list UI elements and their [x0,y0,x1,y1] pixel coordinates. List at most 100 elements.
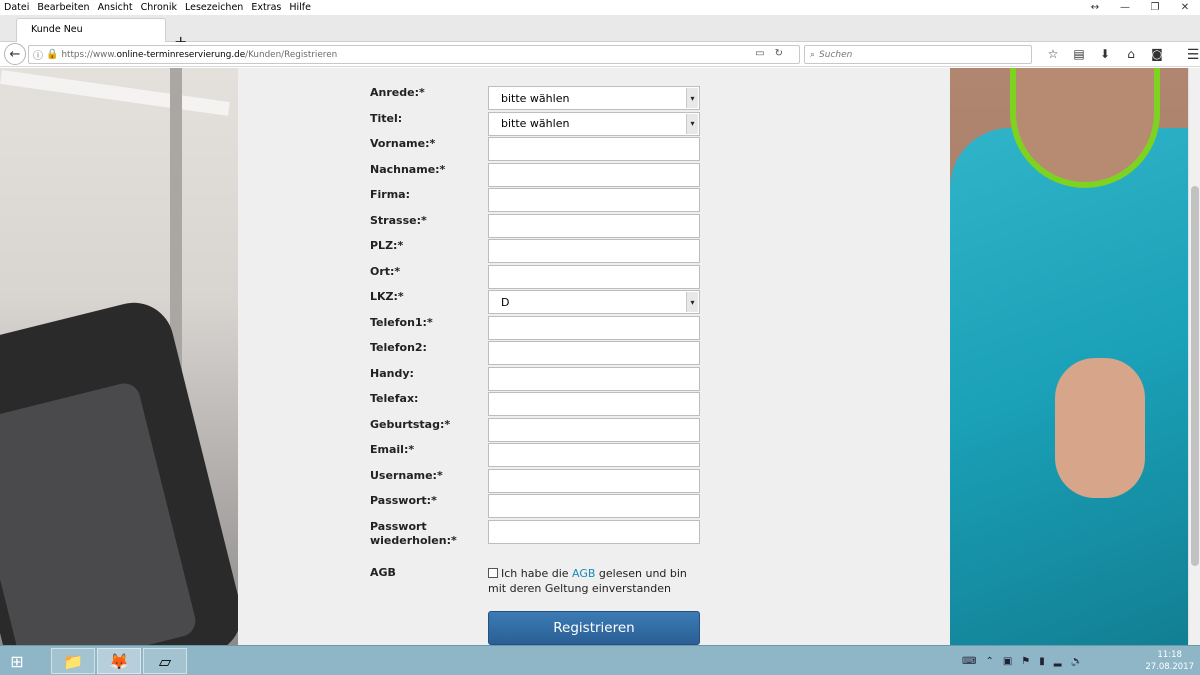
back-arrow-icon[interactable]: ← [4,43,26,65]
file-explorer-icon[interactable]: 📁 [51,648,95,674]
reader-view-icon[interactable]: ▭ [755,48,774,59]
select-value: bitte wählen [501,91,570,105]
firefox-icon[interactable]: 🦊 [97,648,141,674]
chevron-down-icon[interactable]: ▾ [686,292,698,312]
clock-date: 27.08.2017 [1145,662,1194,672]
page-scrollbar[interactable] [1188,68,1200,645]
form-select[interactable]: bitte wählen ▾ [488,86,700,110]
windows-taskbar: ⊞ 📁 🦊 ▱ ⌨ ⌃ ▣ ⚑ ▮ ▂ 🔈 11:18 27.08.2017 [0,645,1200,675]
flag-icon[interactable]: ⚑ [1021,656,1030,667]
reload-icon[interactable]: ↻ [775,48,793,59]
form-label: Ort:* [370,264,401,278]
form-row: Ort:* [370,264,710,290]
volume-icon[interactable]: 🔈 [1070,656,1082,667]
library-icon[interactable]: ▤ [1066,47,1092,63]
close-icon[interactable]: ✕ [1170,2,1200,13]
form-label: Username:* [370,468,443,482]
form-input[interactable] [488,519,700,544]
form-input[interactable] [488,468,700,493]
hamburger-menu-icon[interactable]: ☰ [1180,47,1200,63]
form-input[interactable] [488,443,700,467]
windows-start-icon[interactable]: ⊞ [0,646,34,675]
agb-link[interactable]: AGB [572,567,595,580]
menu-extras[interactable]: Extras [251,2,281,13]
form-input[interactable] [488,188,700,212]
form-row: Anrede:* bitte wählen ▾ [370,86,710,111]
menu-datei[interactable]: Datei [4,2,29,13]
form-input[interactable] [488,417,700,442]
form-input[interactable] [488,392,700,416]
form-input[interactable] [488,162,700,187]
pocket-icon[interactable]: ◙ [1144,47,1170,63]
form-row: Vorname:* [370,137,710,162]
form-label: PLZ:* [370,239,404,252]
background-gym-image [0,68,250,645]
search-placeholder: Suchen [819,49,853,60]
url-host: online-terminreservierung.de [116,49,246,60]
form-row: Firma: [370,188,710,213]
form-label: LKZ:* [370,290,404,303]
chevron-down-icon[interactable]: ▾ [686,88,698,108]
menu-bearbeiten[interactable]: Bearbeiten [37,2,89,13]
form-input[interactable] [488,137,700,161]
menu-lesezeichen[interactable]: Lesezeichen [185,2,243,13]
form-row: Strasse:* [370,213,710,239]
bookmark-star-icon[interactable]: ☆ [1040,47,1066,63]
form-label: Vorname:* [370,137,436,150]
resize-icon[interactable]: ↔ [1080,2,1110,13]
form-select[interactable]: D ▾ [488,290,700,314]
form-row: PLZ:* [370,239,710,264]
clock-time: 11:18 [1157,650,1182,660]
info-icon[interactable]: ⓘ [33,47,43,62]
form-label: Nachname:* [370,162,446,176]
register-button[interactable]: Registrieren [488,611,700,645]
form-input[interactable] [488,239,700,263]
form-row: Email:* [370,443,710,468]
form-input[interactable] [488,213,700,238]
minimize-icon[interactable]: — [1110,2,1140,13]
url-bar[interactable]: ⓘ 🔒 https://www. online-terminreservierun… [28,45,800,64]
scrollbar-thumb[interactable] [1191,186,1199,566]
form-row: Telefon1:* [370,315,710,341]
form-label: Firma: [370,188,410,201]
form-input[interactable] [488,341,700,365]
form-row: LKZ:* D ▾ [370,290,710,315]
download-icon[interactable]: ⬇ [1092,47,1118,63]
navigation-bar: ← ⓘ 🔒 https://www. online-terminreservier… [0,42,1200,67]
form-select[interactable]: bitte wählen ▾ [488,111,700,136]
form-row: Telefon2: [370,341,710,366]
form-row: Geburtstag:* [370,417,710,443]
form-row: Titel: bitte wählen ▾ [370,111,710,137]
lock-icon[interactable]: 🔒 [46,49,58,60]
agb-label: AGB [370,566,396,579]
form-input[interactable] [488,264,700,289]
tray-expand-icon[interactable]: ⌃ [985,656,993,667]
form-row: Nachname:* [370,162,710,188]
restore-icon[interactable]: ❐ [1140,2,1170,13]
select-value: D [501,295,510,309]
keyboard-icon[interactable]: ⌨ [962,656,976,667]
chevron-down-icon[interactable]: ▾ [686,113,698,134]
form-label: Titel: [370,111,403,125]
form-input[interactable] [488,494,700,518]
agb-checkbox[interactable] [488,568,498,578]
menu-bar: Datei Bearbeiten Ansicht Chronik Lesezei… [0,0,1200,15]
form-label: Geburtstag:* [370,417,451,431]
form-row: Telefax: [370,392,710,417]
menu-hilfe[interactable]: Hilfe [289,2,311,13]
background-runner-image [950,68,1188,645]
form-input[interactable] [488,315,700,340]
battery-icon[interactable]: ▮ [1039,656,1045,667]
menu-chronik[interactable]: Chronik [141,2,177,13]
form-label: Strasse:* [370,213,427,227]
app-window-icon[interactable]: ▱ [143,648,187,674]
page-viewport: Anrede:* bitte wählen ▾ Titel: bitte wählen ▾… [0,68,1188,645]
signal-icon[interactable]: ▂ [1054,656,1062,667]
tab-kunde-neu[interactable]: Kunde Neu [16,18,166,42]
system-clock[interactable]: 11:18 27.08.2017 [1145,649,1194,673]
search-input[interactable]: ⌕ Suchen [804,45,1032,64]
form-input[interactable] [488,366,700,391]
network-icon[interactable]: ▣ [1003,656,1012,667]
home-icon[interactable]: ⌂ [1118,47,1144,63]
menu-ansicht[interactable]: Ansicht [98,2,133,13]
